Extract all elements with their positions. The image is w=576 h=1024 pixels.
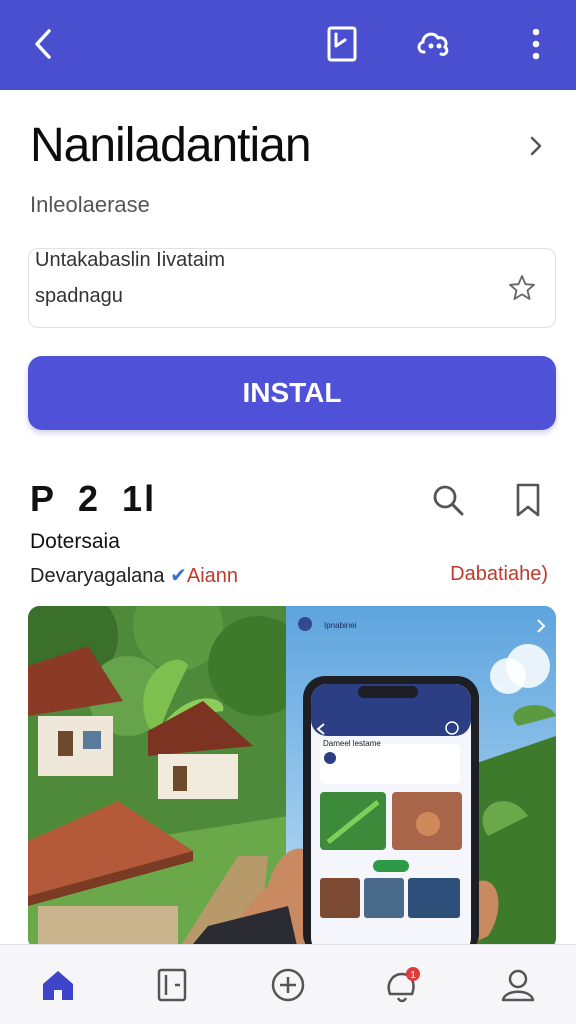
chevron-right-icon[interactable] [524,134,548,158]
back-arrow-icon[interactable] [22,22,66,66]
install-button[interactable]: INSTAL [28,356,556,430]
developer-right-label[interactable]: Dabatiahe) [450,563,548,586]
heading-part: 2 [78,478,101,519]
preview-scene: Dameel lestame Ipnabinei [28,606,556,950]
bookmark-icon[interactable] [510,482,546,518]
bottom-navigation: 1 [0,944,576,1024]
app-subtitle: Inleolaerase [30,192,150,217]
developer-subtitle: Devaryagalana ✔Aiann [30,563,238,588]
heading-part: P [30,478,57,519]
notification-badge: 1 [410,970,416,981]
developer-name[interactable]: Dotersaia [30,530,120,554]
verified-icon: ✔ [170,565,187,587]
phone-story-title: Ipnabinei [324,621,357,630]
more-vert-icon[interactable] [514,22,558,66]
app-title-row[interactable]: Naniladantian [30,118,550,178]
section-actions [430,482,546,518]
developer-tag: Aiann [186,565,239,587]
add-icon[interactable] [266,963,310,1007]
notifications-icon[interactable]: 1 [380,963,424,1007]
section-heading: P 2 1l [30,478,178,520]
cloud-share-icon[interactable] [412,22,456,66]
bookmark-check-icon[interactable] [320,22,364,66]
profile-icon[interactable] [496,963,540,1007]
home-icon[interactable] [36,963,80,1007]
preview-image[interactable]: Dameel lestame Ipnabinei [28,606,556,950]
star-icon[interactable] [507,273,537,303]
heading-part: 1l [122,478,157,519]
search-icon[interactable] [430,482,466,518]
app-title: Naniladantian [30,119,312,172]
info-line-2: spadnagu [35,285,123,307]
phone-post-title: Dameel lestame [323,739,381,748]
developer-sub-label: Devaryagalana [30,565,165,587]
app-bar [0,0,576,90]
info-line-1: Untakabaslin Iivataim [35,249,226,271]
info-card: Untakabaslin Iivataim spadnagu [28,248,556,328]
apps-icon[interactable] [150,963,194,1007]
